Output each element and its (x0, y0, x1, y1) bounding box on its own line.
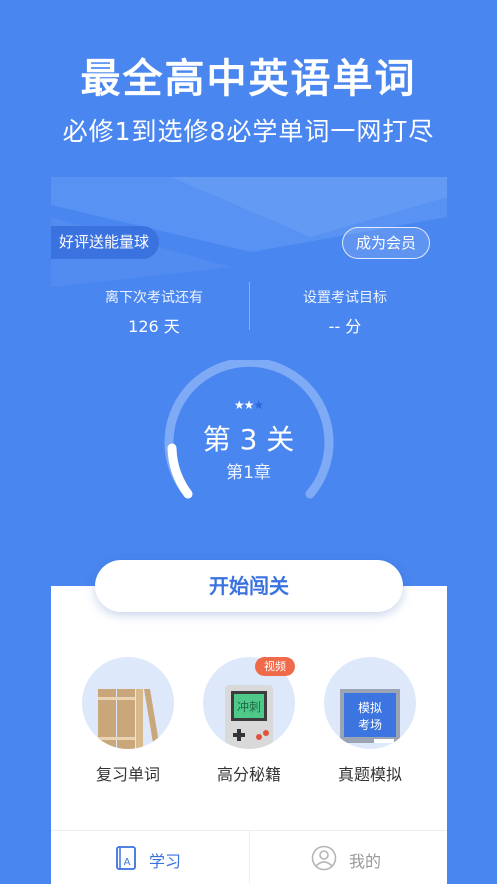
books-icon (82, 657, 174, 749)
review-reward-badge[interactable]: 好评送能量球 (51, 226, 160, 259)
feature-label: 复习单词 (95, 765, 160, 784)
exam-countdown-value: 126 天 (128, 317, 180, 336)
star-empty-icon: ★ (253, 398, 264, 412)
level-stars: ★★★ (0, 398, 497, 412)
tab-study[interactable]: A 学习 (51, 831, 249, 884)
exam-countdown-label: 离下次考试还有 (105, 290, 203, 306)
exam-target-label: 设置考试目标 (303, 290, 387, 306)
tab-label: 学习 (149, 852, 182, 871)
current-chapter: 第1章 (226, 463, 271, 483)
become-member-button[interactable]: 成为会员 (342, 227, 430, 259)
feature-review-words[interactable]: 复习单词 (82, 657, 174, 785)
console-screen-text: 冲刺 (237, 699, 261, 714)
star-icon: ★ (233, 398, 245, 412)
exam-target[interactable]: 设置考试目标 -- 分 (246, 287, 444, 337)
bottom-tab-bar: A 学习 我的 (51, 830, 447, 884)
current-level: 第 3 关 (202, 423, 295, 456)
hero-subtitle: 必修1到选修8必学单词一网打尽 (62, 117, 435, 146)
book-a-icon: A (116, 846, 136, 870)
exam-target-value: -- 分 (328, 317, 362, 336)
board-text-1: 模拟 (358, 701, 382, 715)
tab-label: 我的 (349, 852, 382, 871)
chalkboard-icon: 模拟 考场 (324, 657, 416, 749)
feature-mock-exam[interactable]: 模拟 考场 真题模拟 (324, 657, 416, 785)
exam-countdown: 离下次考试还有 126 天 (55, 287, 253, 337)
feature-label: 高分秘籍 (216, 765, 281, 784)
star-icon: ★ (243, 398, 255, 412)
start-challenge-button[interactable]: 开始闯关 (95, 560, 403, 612)
svg-text:A: A (124, 857, 131, 868)
tab-mine[interactable]: 我的 (249, 831, 447, 884)
feature-label: 真题模拟 (337, 765, 402, 784)
hero-title: 最全高中英语单词 (80, 56, 417, 102)
video-badge: 视频 (255, 657, 295, 676)
user-icon (311, 845, 337, 871)
board-text-2: 考场 (358, 718, 382, 732)
feature-high-score-tips[interactable]: 冲刺 高分秘籍 (203, 657, 295, 785)
